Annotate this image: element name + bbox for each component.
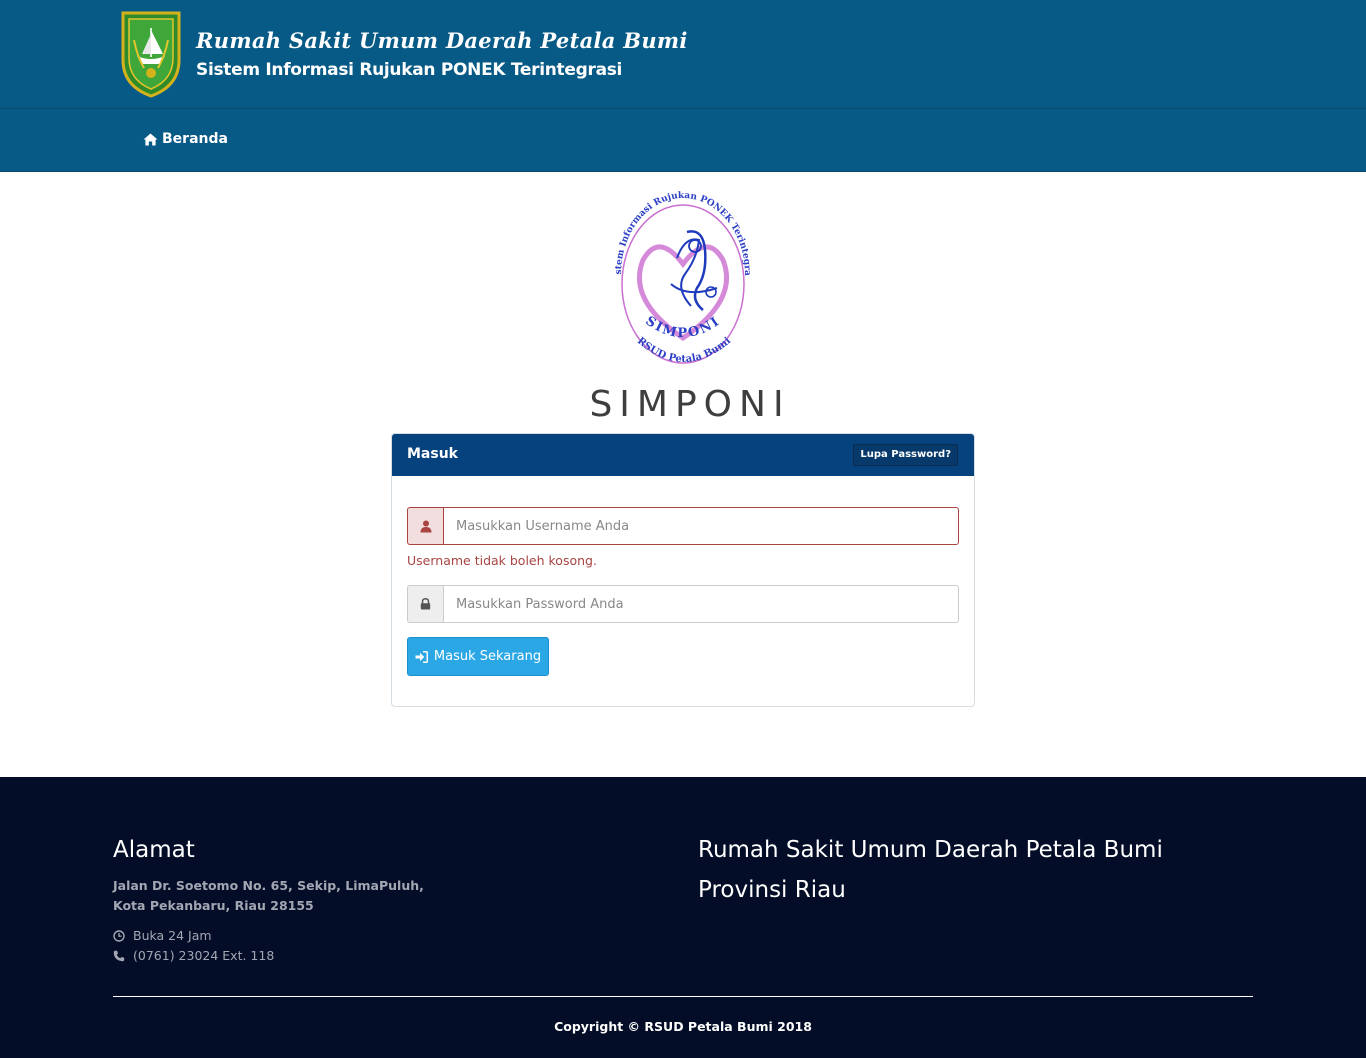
address-line-1: Jalan Dr. Soetomo No. 65, Sekip, LimaPul… [113, 878, 424, 893]
address-title: Alamat [113, 837, 195, 863]
username-field-group [407, 507, 959, 545]
opening-hours: Buka 24 Jam [113, 928, 212, 943]
riau-crest-icon [121, 11, 181, 98]
hospital-name: Rumah Sakit Umum Daerah Petala Bumi [196, 28, 688, 53]
password-field-group [407, 585, 959, 623]
app-name: SIMPONI [589, 384, 791, 425]
user-icon [407, 507, 443, 545]
lock-icon [407, 585, 443, 623]
site-footer: Alamat Jalan Dr. Soetomo No. 65, Sekip, … [0, 777, 1366, 1058]
copyright-text: Copyright © RSUD Petala Bumi 2018 [554, 1019, 812, 1034]
simponi-logo: Sistem Informasi Rujukan PONEK Terintegr… [607, 188, 752, 365]
password-input[interactable] [443, 585, 959, 623]
phone-number: (0761) 23024 Ext. 118 [113, 948, 274, 963]
system-subtitle: Sistem Informasi Rujukan PONEK Terintegr… [196, 60, 623, 80]
site-header: Rumah Sakit Umum Daerah Petala Bumi Sist… [0, 0, 1366, 108]
sign-in-icon [415, 650, 428, 663]
phone-number-text: (0761) 23024 Ext. 118 [133, 948, 275, 963]
nav-item-home[interactable]: Beranda [143, 131, 228, 147]
footer-divider [113, 996, 1253, 997]
footer-org-province: Provinsi Riau [698, 877, 846, 903]
footer-org-name: Rumah Sakit Umum Daerah Petala Bumi [698, 837, 1163, 863]
main-navbar: Beranda [0, 108, 1366, 172]
login-panel-header: Masuk Lupa Password? [392, 434, 974, 476]
login-submit-label: Masuk Sekarang [433, 649, 542, 664]
login-submit-button[interactable]: Masuk Sekarang [407, 637, 549, 676]
login-panel: Masuk Lupa Password? Username tidak bole… [391, 433, 975, 707]
forgot-password-button[interactable]: Lupa Password? [853, 444, 958, 466]
nav-home-label: Beranda [162, 131, 228, 147]
username-error-message: Username tidak boleh kosong. [407, 553, 597, 568]
home-icon [143, 132, 158, 146]
username-input[interactable] [443, 507, 959, 545]
opening-hours-text: Buka 24 Jam [133, 928, 212, 943]
clock-icon [113, 929, 125, 942]
address-line-2: Kota Pekanbaru, Riau 28155 [113, 898, 314, 913]
login-panel-title: Masuk [407, 446, 458, 462]
phone-icon [113, 950, 125, 961]
